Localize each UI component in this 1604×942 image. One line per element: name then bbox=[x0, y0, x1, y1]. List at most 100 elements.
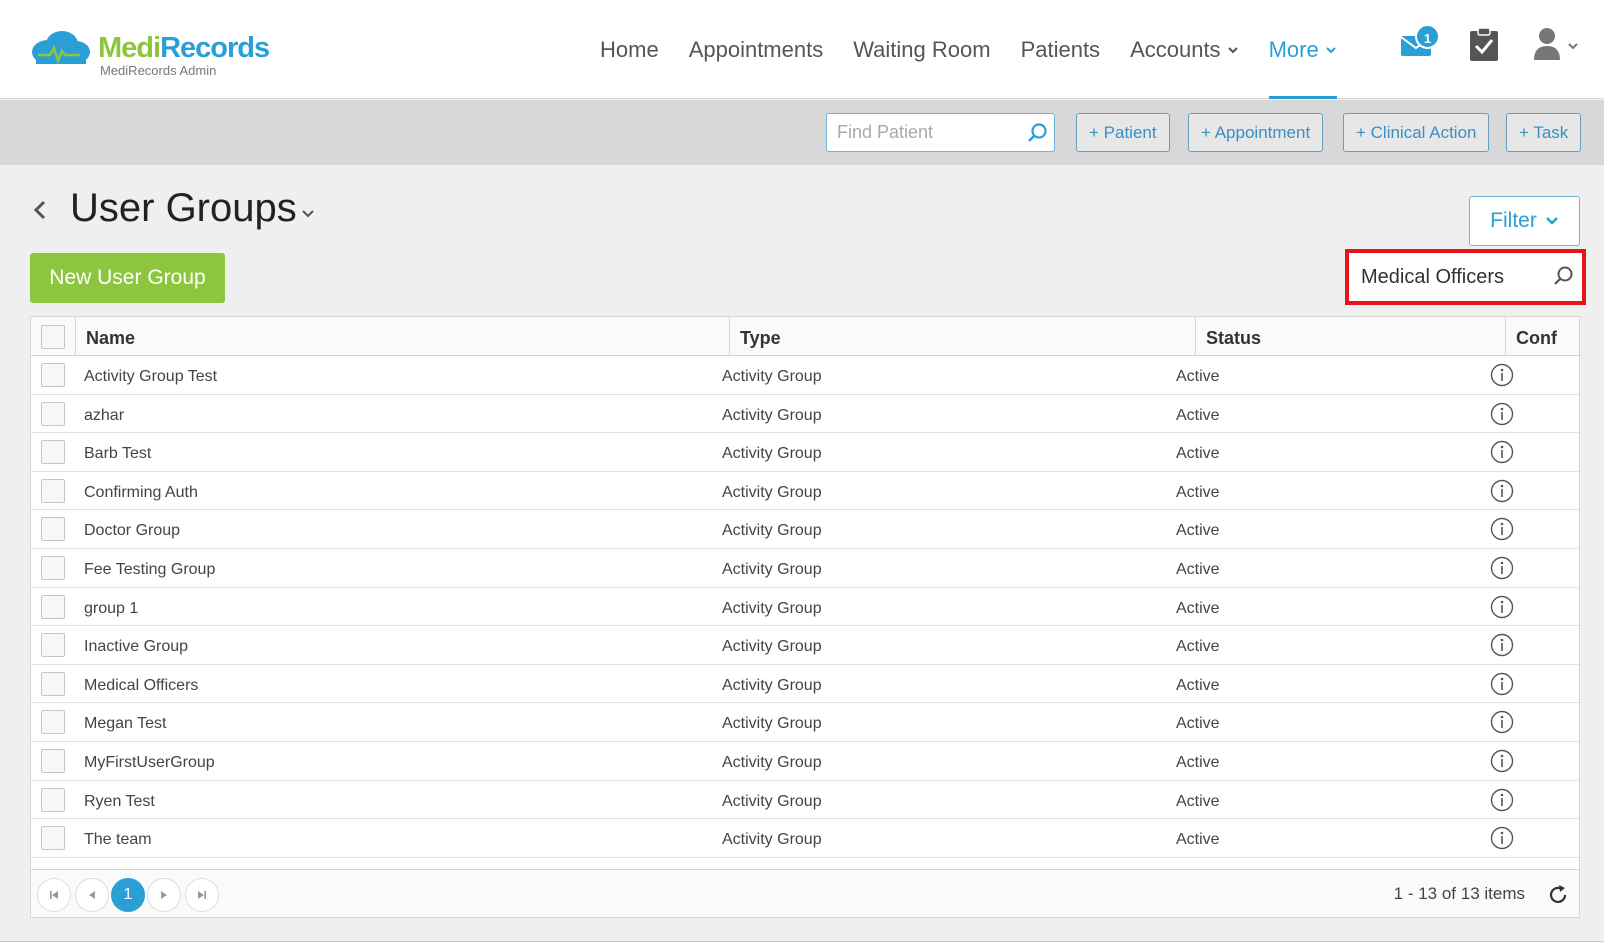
add-patient-button[interactable]: + Patient bbox=[1076, 113, 1170, 152]
table-row[interactable]: The team Activity Group Active bbox=[31, 819, 1579, 858]
row-checkbox[interactable] bbox=[41, 401, 65, 426]
nav-home[interactable]: Home bbox=[600, 0, 659, 99]
info-icon[interactable] bbox=[1490, 556, 1514, 580]
nav-patients[interactable]: Patients bbox=[1021, 0, 1101, 99]
add-task-button[interactable]: + Task bbox=[1506, 113, 1582, 152]
column-header-type[interactable]: Type bbox=[729, 317, 1195, 356]
nav-appointments[interactable]: Appointments bbox=[689, 0, 824, 99]
table-row[interactable]: Megan Test Activity Group Active bbox=[31, 703, 1579, 742]
new-user-group-button[interactable]: New User Group bbox=[30, 253, 225, 303]
filter-label: Filter bbox=[1490, 209, 1537, 232]
column-header-status[interactable]: Status bbox=[1195, 317, 1505, 356]
row-name: Inactive Group bbox=[84, 638, 189, 656]
table-row[interactable]: Medical Officers Activity Group Active bbox=[31, 665, 1579, 704]
column-header-conf[interactable]: Conf bbox=[1505, 317, 1581, 356]
info-icon[interactable] bbox=[1490, 633, 1514, 657]
page-button-current[interactable]: 1 bbox=[111, 878, 145, 912]
clipboard-check-icon[interactable] bbox=[1468, 26, 1500, 62]
row-checkbox[interactable] bbox=[41, 478, 65, 503]
row-checkbox[interactable] bbox=[41, 749, 65, 773]
table-row[interactable]: group 1 Activity Group Active bbox=[31, 588, 1579, 627]
info-icon[interactable] bbox=[1490, 710, 1514, 734]
table-row[interactable]: MyFirstUserGroup Activity Group Active bbox=[31, 742, 1579, 781]
info-icon[interactable] bbox=[1490, 749, 1514, 773]
chevron-down-icon bbox=[1545, 217, 1558, 225]
last-page-button[interactable] bbox=[185, 878, 219, 912]
row-type: Activity Group bbox=[722, 754, 822, 771]
group-search-box bbox=[1345, 249, 1586, 305]
brand-subtitle: MediRecords Admin bbox=[100, 63, 217, 78]
row-checkbox[interactable] bbox=[41, 671, 65, 696]
row-status: Active bbox=[1176, 676, 1220, 694]
table-header: Name Type Status Conf bbox=[31, 317, 1579, 356]
info-icon[interactable] bbox=[1490, 788, 1514, 812]
chevron-down-icon[interactable] bbox=[301, 208, 315, 220]
row-status: Active bbox=[1176, 561, 1220, 578]
back-chevron-icon[interactable] bbox=[32, 198, 48, 222]
table-row[interactable]: Fee Testing Group Activity Group Active bbox=[31, 549, 1579, 588]
row-checkbox[interactable] bbox=[41, 710, 65, 735]
nav-accounts[interactable]: Accounts bbox=[1130, 0, 1239, 99]
chevron-down-icon[interactable] bbox=[1567, 42, 1579, 52]
info-icon[interactable] bbox=[1490, 595, 1514, 619]
row-type: Activity Group bbox=[722, 831, 822, 849]
table-row[interactable]: Activity Group Test Activity Group Active bbox=[31, 356, 1579, 395]
add-appointment-button[interactable]: + Appointment bbox=[1188, 113, 1324, 152]
select-all-checkbox[interactable] bbox=[41, 325, 65, 349]
search-icon[interactable] bbox=[1026, 122, 1048, 144]
column-header-name[interactable]: Name bbox=[75, 317, 729, 356]
row-status: Active bbox=[1176, 406, 1220, 424]
row-type: Activity Group bbox=[722, 561, 822, 578]
next-page-button[interactable] bbox=[147, 878, 181, 912]
table-row[interactable]: Inactive Group Activity Group Active bbox=[31, 626, 1579, 665]
row-checkbox[interactable] bbox=[41, 787, 65, 812]
row-type: Activity Group bbox=[722, 368, 822, 385]
row-checkbox[interactable] bbox=[41, 633, 65, 658]
info-icon[interactable] bbox=[1490, 479, 1514, 503]
row-checkbox[interactable] bbox=[41, 556, 65, 580]
action-toolbar: + Patient + Appointment + Clinical Actio… bbox=[0, 100, 1604, 165]
group-search-input[interactable] bbox=[1361, 261, 1541, 293]
search-icon[interactable] bbox=[1552, 265, 1574, 287]
row-status: Active bbox=[1176, 754, 1220, 771]
info-icon[interactable] bbox=[1490, 826, 1514, 850]
info-icon[interactable] bbox=[1490, 440, 1514, 464]
add-clinical-action-button[interactable]: + Clinical Action bbox=[1343, 113, 1490, 152]
first-page-icon bbox=[50, 891, 58, 899]
refresh-icon[interactable] bbox=[1547, 884, 1569, 906]
first-page-button[interactable] bbox=[37, 878, 71, 912]
info-icon[interactable] bbox=[1490, 363, 1514, 387]
table-row[interactable]: Confirming Auth Activity Group Active bbox=[31, 472, 1579, 511]
row-checkbox[interactable] bbox=[41, 517, 65, 542]
app-header: MediRecords MediRecords Admin Home Appoi… bbox=[0, 0, 1604, 99]
logo[interactable]: MediRecords MediRecords Admin bbox=[28, 26, 288, 81]
info-icon[interactable] bbox=[1490, 517, 1514, 541]
row-checkbox[interactable] bbox=[41, 826, 65, 851]
row-name: Barb Test bbox=[84, 445, 152, 463]
chevron-down-icon bbox=[1227, 46, 1238, 53]
table-row[interactable]: azhar Activity Group Active bbox=[31, 395, 1579, 434]
table-row[interactable]: Barb Test Activity Group Active bbox=[31, 433, 1579, 472]
user-icon[interactable] bbox=[1532, 26, 1562, 62]
nav-waiting-room[interactable]: Waiting Room bbox=[853, 0, 990, 99]
info-icon[interactable] bbox=[1490, 672, 1514, 696]
row-checkbox[interactable] bbox=[41, 440, 65, 465]
row-name: Confirming Auth bbox=[84, 483, 198, 501]
find-patient-input[interactable] bbox=[827, 114, 1017, 150]
row-status: Active bbox=[1176, 599, 1220, 617]
prev-page-icon bbox=[89, 891, 95, 899]
row-status: Active bbox=[1176, 638, 1220, 656]
prev-page-button[interactable] bbox=[75, 878, 109, 912]
user-groups-table: Name Type Status Conf Activity Group Tes… bbox=[30, 316, 1580, 918]
filter-button[interactable]: Filter bbox=[1469, 196, 1580, 246]
pager-summary: 1 - 13 of 13 items bbox=[1393, 884, 1525, 903]
info-icon[interactable] bbox=[1490, 402, 1514, 426]
row-name: MyFirstUserGroup bbox=[84, 754, 215, 771]
table-row[interactable]: Doctor Group Activity Group Active bbox=[31, 510, 1579, 549]
row-name: Ryen Test bbox=[84, 792, 155, 810]
row-checkbox[interactable] bbox=[41, 594, 65, 619]
row-name: Doctor Group bbox=[84, 522, 181, 540]
nav-more[interactable]: More bbox=[1268, 0, 1337, 99]
table-row[interactable]: Ryen Test Activity Group Active bbox=[31, 781, 1579, 820]
row-checkbox[interactable] bbox=[41, 363, 65, 387]
